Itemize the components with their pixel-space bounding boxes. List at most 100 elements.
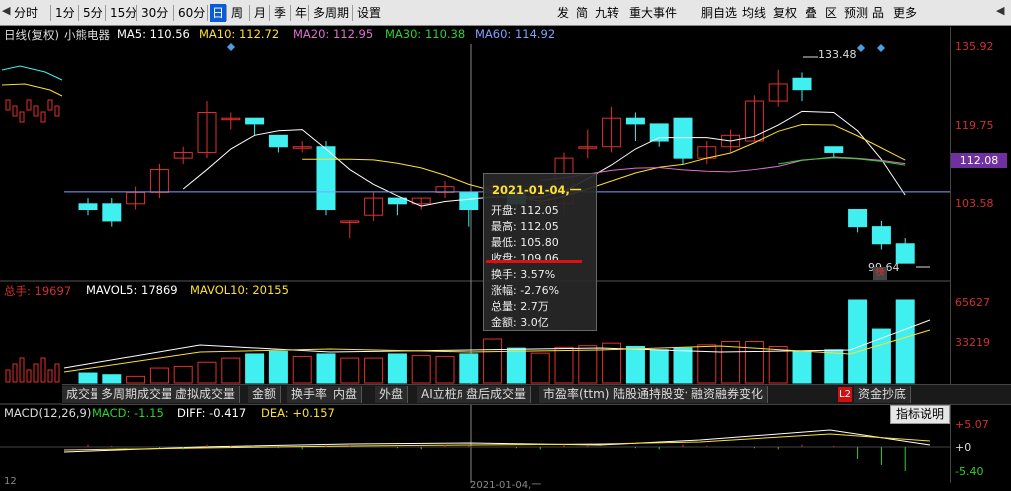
history-volume (40, 357, 46, 383)
price-tick: 103.58 (955, 197, 994, 210)
macd-tick: +5.07 (955, 418, 989, 431)
candle-body (268, 134, 288, 148)
history-candle (33, 105, 39, 117)
tooltip-turnover: 换手: 3.57% (491, 268, 556, 281)
candle-body (848, 209, 868, 228)
history-candle (5, 99, 11, 111)
volume-bar (268, 350, 288, 384)
candle-body (625, 117, 645, 125)
indicator-tab-6[interactable]: 外盘 (375, 386, 409, 403)
volume-bar (387, 353, 407, 384)
volume-legend: 总手: 19697 MAVOL5: 17869 MAVOL10: 20155 (0, 283, 1011, 299)
volume-bar (848, 299, 868, 384)
indicator-tab-2[interactable]: 虚拟成交量 (171, 386, 241, 403)
mavol10-value: MAVOL10: 20155 (190, 283, 289, 297)
history-candle (54, 105, 60, 117)
volume-tick: 65627 (955, 296, 990, 309)
volume-bar (483, 338, 503, 384)
volume-bar (197, 361, 217, 384)
volume-bar (411, 355, 431, 384)
event-diamond-icon (877, 44, 885, 52)
indicator-tab-3[interactable]: 金额 (248, 386, 282, 403)
current-price-tag: 112.08 (951, 153, 1007, 168)
volume-bar (824, 349, 844, 384)
indicator-tab-9[interactable]: 市盈率(ttm) (539, 386, 615, 403)
volume-bar (149, 367, 169, 384)
volume-bar (578, 345, 598, 384)
bottom-left-label: 12 (4, 476, 17, 487)
ma10-line (302, 123, 906, 203)
volume-bar (673, 347, 693, 384)
indicator-tab-12[interactable]: 资金抄底 (854, 386, 912, 403)
history-ma (1, 83, 63, 97)
indicator-tab-1[interactable]: 多周期成交量 (97, 386, 179, 403)
price-tick: 135.92 (955, 40, 994, 53)
history-candle (12, 105, 18, 117)
history-volume (5, 369, 11, 383)
candle-body (78, 203, 98, 211)
volume-bar (78, 372, 98, 384)
diff-value: DIFF: -0.417 (177, 406, 247, 420)
event-diamond-icon (227, 43, 235, 51)
indicator-tab-8[interactable]: 盘后成交量 (462, 386, 532, 403)
volume-bar (721, 341, 741, 384)
volume-total: 总手: 19697 (4, 284, 72, 298)
volume-bar (292, 355, 312, 384)
volume-bar (792, 350, 812, 384)
volume-bar (554, 346, 574, 384)
history-ma (1, 65, 63, 81)
high-price-label: 133.48 (818, 48, 857, 61)
rank-badge[interactable]: 榜 (873, 267, 887, 280)
candle-body (316, 146, 336, 211)
history-volume (19, 357, 25, 383)
volume-bar (530, 352, 550, 384)
tooltip-close: 收盘: 109.06 (491, 252, 559, 265)
tooltip-low: 最低: 105.80 (491, 236, 559, 249)
dea-line (63, 433, 931, 451)
tooltip-date: 2021-01-04,一 (492, 183, 582, 197)
volume-bar (768, 345, 788, 384)
bottom-date-label: 2021-01-04,一 (470, 480, 542, 491)
volume-bar (245, 353, 265, 384)
candle-body (245, 117, 265, 125)
diff-line (63, 429, 931, 453)
indicator-tabs: 成交量 多周期成交量 虚拟成交量 金额 换手率 内盘 外盘 AI立桩成交量 盘后成交量 市盈率(t… (62, 384, 1011, 405)
volume-bar (102, 374, 122, 384)
candle-body (459, 191, 479, 211)
tooltip-amount: 金额: 3.0亿 (491, 316, 549, 329)
volume-bar (173, 365, 193, 384)
candle-tooltip: 2021-01-04,一 开盘: 112.05 最高: 112.05 最低: 1… (483, 173, 597, 331)
indicator-tab-4[interactable]: 换手率 (287, 386, 333, 403)
event-diamond-icon (857, 44, 865, 52)
volume-bar (316, 353, 336, 384)
volume-bar (435, 355, 455, 384)
indicator-tab-11[interactable]: 融资融券变化 (687, 386, 769, 403)
history-candle (26, 99, 32, 111)
history-candle (19, 111, 25, 123)
volume-bar (871, 328, 891, 384)
macd-legend: MACD(12,26,9) MACD: -1.15 DIFF: -0.417 D… (0, 406, 1011, 422)
candle-body (792, 77, 812, 91)
indicator-tab-5[interactable]: 内盘 (329, 386, 363, 403)
l2-badge: L2 (838, 387, 852, 402)
tooltip-high: 最高: 112.05 (491, 220, 559, 233)
dea-value: DEA: +0.157 (261, 406, 335, 420)
close-underline (486, 260, 582, 263)
macd-title: MACD(12,26,9) (4, 406, 92, 420)
price-tick: 119.75 (955, 119, 994, 132)
history-volume (26, 369, 32, 383)
macd-tick: +0 (955, 441, 972, 454)
volume-bar (126, 375, 146, 384)
history-volume (54, 363, 60, 383)
volume-tick: 33219 (955, 336, 990, 349)
mavol5-value: MAVOL5: 17869 (86, 283, 178, 297)
volume-bar (340, 357, 360, 384)
volume-bar (625, 345, 645, 384)
candle-body (102, 203, 122, 222)
volume-bar (221, 357, 241, 384)
volume-bar (649, 349, 669, 384)
volume-bar (506, 347, 526, 384)
history-candle (47, 99, 53, 111)
macd-value: MACD: -1.15 (92, 406, 164, 420)
candle-body (824, 146, 844, 153)
